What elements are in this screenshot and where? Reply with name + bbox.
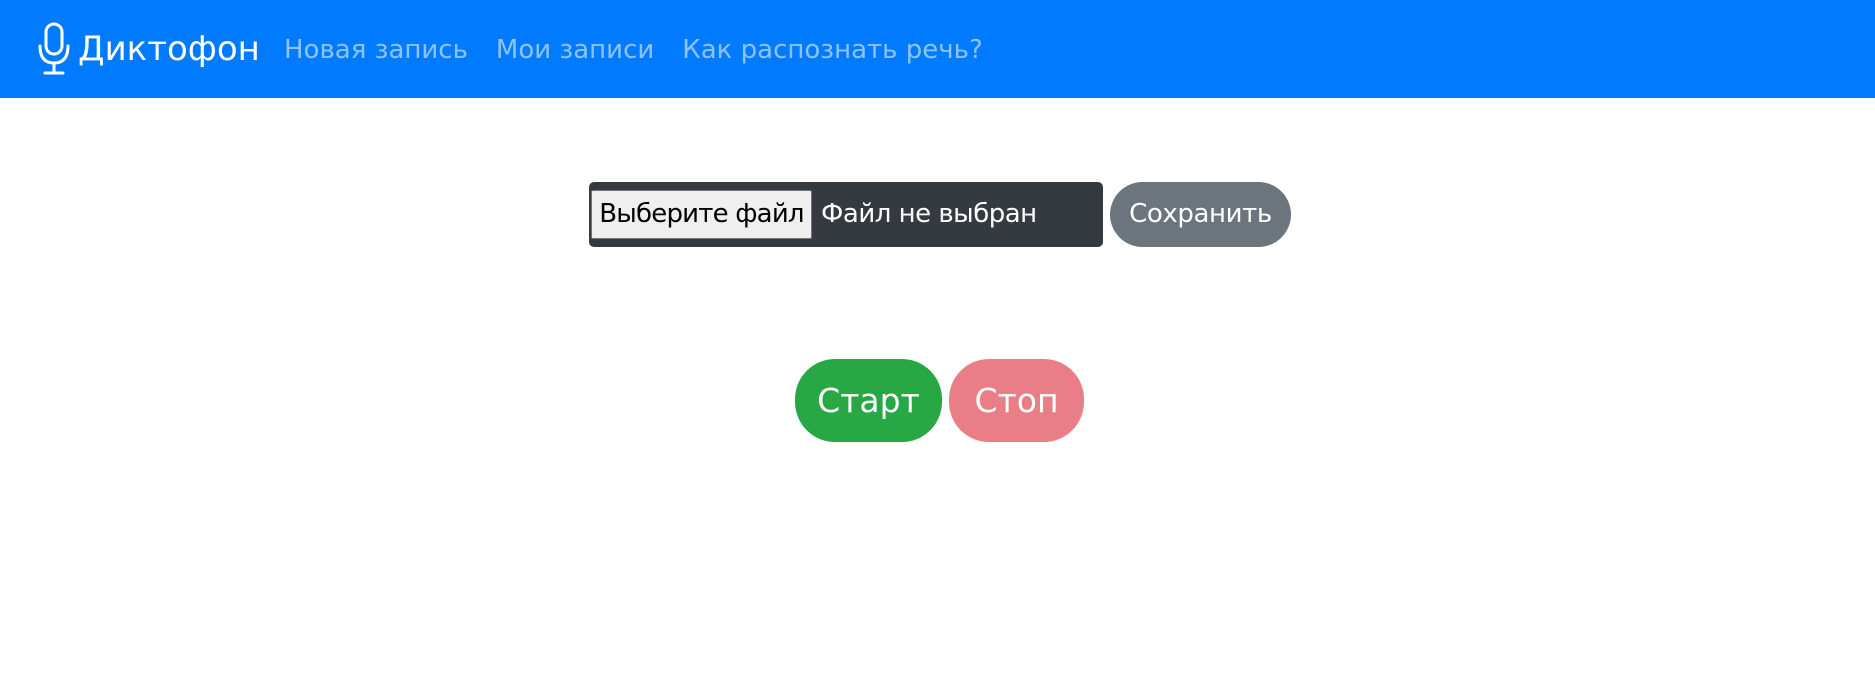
brand-label: Диктофон xyxy=(78,29,260,69)
start-button[interactable]: Старт xyxy=(795,359,942,442)
stop-button[interactable]: Стоп xyxy=(949,359,1084,442)
choose-file-button[interactable]: Выберите файл xyxy=(591,190,812,239)
file-status-text: Файл не выбран xyxy=(821,199,1037,229)
save-button[interactable]: Сохранить xyxy=(1110,182,1291,247)
navbar: Диктофон Новая запись Мои записи Как рас… xyxy=(0,0,1875,98)
nav-link-my-records[interactable]: Мои записи xyxy=(496,32,654,68)
nav-links: Новая запись Мои записи Как распознать р… xyxy=(284,32,983,68)
file-upload-field[interactable]: Выберите файл Файл не выбран xyxy=(589,182,1103,247)
nav-link-speech-recognition[interactable]: Как распознать речь? xyxy=(682,32,982,68)
microphone-icon xyxy=(38,22,70,75)
nav-link-new-record[interactable]: Новая запись xyxy=(284,32,468,68)
brand-link[interactable]: Диктофон xyxy=(36,22,260,76)
